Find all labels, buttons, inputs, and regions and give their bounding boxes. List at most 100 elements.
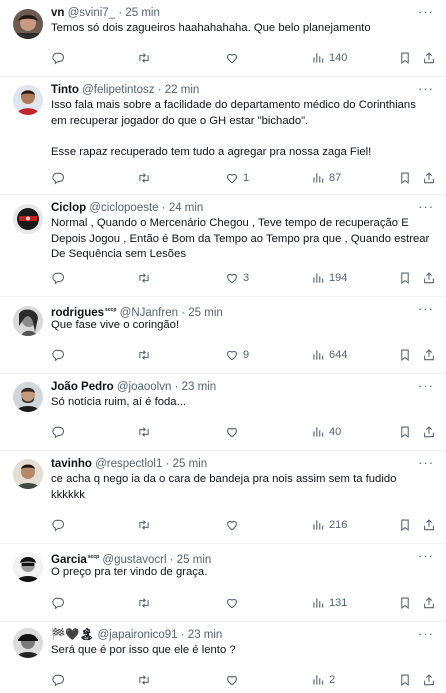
share-button[interactable] — [422, 595, 436, 611]
like-button[interactable] — [225, 424, 243, 440]
views-button[interactable]: 644 — [311, 347, 347, 363]
bookmark-icon — [398, 425, 412, 439]
retweet-icon — [137, 271, 151, 285]
tweet[interactable]: rodriguessccp @NJanfren · 25 min ··· Que… — [0, 297, 446, 374]
more-options-icon[interactable]: ··· — [418, 199, 434, 214]
views-button[interactable]: 2 — [311, 672, 335, 688]
bookmark-button[interactable] — [398, 595, 412, 611]
retweet-button[interactable] — [137, 50, 155, 66]
avatar[interactable] — [13, 85, 43, 115]
views-button[interactable]: 87 — [311, 170, 341, 186]
share-button[interactable] — [422, 517, 436, 533]
views-button[interactable]: 140 — [311, 50, 347, 66]
like-button[interactable] — [225, 672, 243, 688]
tweet[interactable]: 🏁🖤🏝 @japaironico91 · 23 min ··· Será que… — [0, 622, 446, 693]
retweet-button[interactable] — [137, 424, 155, 440]
more-options-icon[interactable]: ··· — [418, 81, 434, 96]
more-options-icon[interactable]: ··· — [418, 455, 434, 470]
timestamp[interactable]: 24 min — [169, 202, 204, 214]
views-icon — [311, 425, 325, 439]
bookmark-button[interactable] — [398, 270, 412, 286]
views-icon — [311, 271, 325, 285]
handle[interactable]: @respectlol1 — [95, 458, 162, 470]
display-name[interactable]: 🏁🖤🏝 — [51, 629, 94, 641]
reply-icon — [51, 673, 65, 687]
avatar[interactable] — [13, 9, 43, 39]
reply-button[interactable] — [51, 517, 69, 533]
handle[interactable]: @japaironico91 — [97, 629, 177, 641]
reply-button[interactable] — [51, 424, 69, 440]
like-button[interactable] — [225, 595, 243, 611]
reply-button[interactable] — [51, 595, 69, 611]
avatar[interactable] — [13, 459, 43, 489]
retweet-button[interactable] — [137, 170, 155, 186]
reply-button[interactable] — [51, 270, 69, 286]
separator: · — [161, 202, 166, 214]
more-options-icon[interactable]: ··· — [418, 548, 434, 563]
tweet[interactable]: Tinto @felipetintosz · 22 min ··· Isso f… — [0, 77, 446, 195]
tweet[interactable]: vn @svini7_ · 25 min ··· Temos só dois z… — [0, 0, 446, 77]
display-name[interactable]: Tinto — [51, 84, 79, 96]
views-button[interactable]: 131 — [311, 595, 347, 611]
views-button[interactable]: 216 — [311, 517, 347, 533]
heart-icon — [225, 348, 239, 362]
timestamp[interactable]: 23 min — [188, 629, 223, 641]
bookmark-button[interactable] — [398, 517, 412, 533]
timestamp[interactable]: 25 min — [173, 458, 208, 470]
handle[interactable]: @felipetintosz — [82, 84, 154, 96]
handle[interactable]: @joaoolvn — [117, 381, 172, 393]
handle[interactable]: @ciclopoeste — [89, 202, 158, 214]
more-options-icon[interactable]: ··· — [418, 4, 434, 19]
bookmark-button[interactable] — [398, 672, 412, 688]
like-button[interactable]: 3 — [225, 270, 249, 286]
view-count: 2 — [329, 674, 336, 686]
more-options-icon[interactable]: ··· — [418, 301, 434, 316]
display-name[interactable]: Ciclop — [51, 202, 86, 214]
retweet-button[interactable] — [137, 672, 155, 688]
retweet-button[interactable] — [137, 595, 155, 611]
display-name[interactable]: tavinho — [51, 458, 92, 470]
reply-button[interactable] — [51, 170, 69, 186]
handle[interactable]: @svini7_ — [68, 7, 115, 19]
avatar[interactable] — [13, 306, 43, 336]
avatar[interactable] — [13, 628, 43, 658]
timestamp[interactable]: 22 min — [165, 84, 200, 96]
share-button[interactable] — [422, 50, 436, 66]
avatar[interactable] — [13, 552, 43, 582]
heart-icon — [225, 171, 239, 185]
bookmark-button[interactable] — [398, 50, 412, 66]
tweet[interactable]: Ciclop @ciclopoeste · 24 min ··· Normal … — [0, 195, 446, 297]
like-button[interactable]: 1 — [225, 170, 249, 186]
view-count: 40 — [329, 426, 342, 438]
bookmark-button[interactable] — [398, 424, 412, 440]
share-button[interactable] — [422, 170, 436, 186]
tweet[interactable]: Garciasccp @gustavocrl · 25 min ··· O pr… — [0, 544, 446, 622]
bookmark-button[interactable] — [398, 170, 412, 186]
display-name[interactable]: João Pedro — [51, 381, 114, 393]
share-button[interactable] — [422, 424, 436, 440]
views-button[interactable]: 194 — [311, 270, 347, 286]
retweet-button[interactable] — [137, 270, 155, 286]
timestamp[interactable]: 23 min — [182, 381, 217, 393]
views-button[interactable]: 40 — [311, 424, 341, 440]
tweet[interactable]: tavinho @respectlol1 · 25 min ··· ce ach… — [0, 451, 446, 544]
like-button[interactable] — [225, 50, 243, 66]
avatar[interactable] — [13, 204, 43, 234]
reply-button[interactable] — [51, 347, 69, 363]
bookmark-button[interactable] — [398, 347, 412, 363]
more-options-icon[interactable]: ··· — [418, 378, 434, 393]
share-button[interactable] — [422, 347, 436, 363]
tweet[interactable]: João Pedro @joaoolvn · 23 min ··· Só not… — [0, 374, 446, 451]
timestamp[interactable]: 25 min — [125, 7, 160, 19]
share-button[interactable] — [422, 672, 436, 688]
reply-button[interactable] — [51, 50, 69, 66]
reply-button[interactable] — [51, 672, 69, 688]
share-button[interactable] — [422, 270, 436, 286]
avatar[interactable] — [13, 382, 43, 412]
retweet-button[interactable] — [137, 347, 155, 363]
display-name[interactable]: vn — [51, 7, 64, 19]
more-options-icon[interactable]: ··· — [418, 626, 434, 641]
like-button[interactable]: 9 — [225, 347, 249, 363]
retweet-button[interactable] — [137, 517, 155, 533]
like-button[interactable] — [225, 517, 243, 533]
